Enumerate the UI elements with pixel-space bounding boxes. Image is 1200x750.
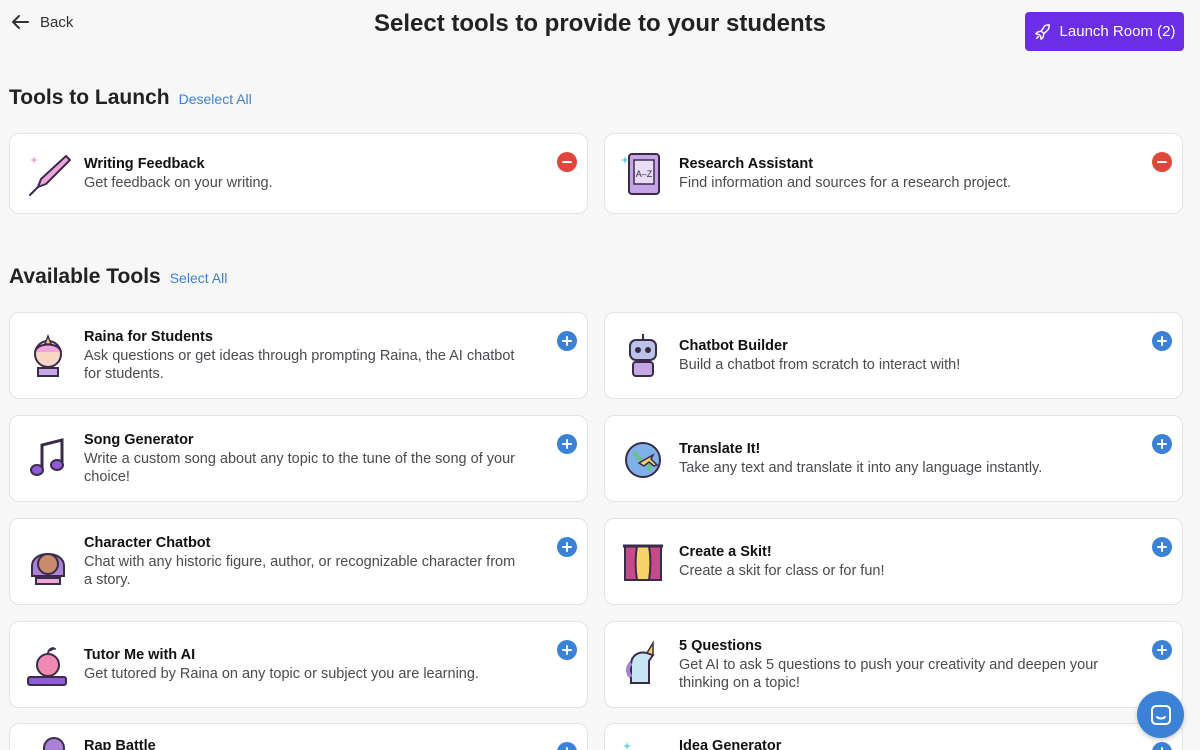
plus-icon	[1157, 439, 1167, 449]
select-all-link[interactable]: Select All	[170, 270, 228, 286]
tool-name: Chatbot Builder	[679, 337, 788, 354]
tool-description: Write a custom song about any topic to t…	[84, 450, 515, 485]
tool-description: Chat with any historic figure, author, o…	[84, 553, 516, 588]
tool-description: Build a chatbot from scratch to interact…	[679, 356, 961, 373]
lightbulb-icon	[617, 732, 669, 750]
unicorn-icon	[617, 639, 669, 691]
section-title: Tools to Launch	[9, 86, 170, 109]
unicorn-girl-icon	[22, 330, 74, 382]
tool-card-idea-generator[interactable]: Idea Generator	[604, 723, 1183, 750]
add-tool-button[interactable]	[557, 537, 577, 557]
plus-icon	[1161, 747, 1163, 750]
tool-card-song-generator[interactable]: Song Generator Write a custom song about…	[9, 415, 588, 502]
tool-card-translate-it[interactable]: Translate It! Take any text and translat…	[604, 415, 1183, 502]
plus-icon	[1157, 645, 1167, 655]
character-girl-icon	[22, 536, 74, 588]
deselect-all-link[interactable]: Deselect All	[179, 91, 252, 107]
remove-tool-button[interactable]	[557, 152, 577, 172]
plus-icon	[566, 747, 568, 750]
tool-card-chatbot-builder[interactable]: Chatbot Builder Build a chatbot from scr…	[604, 312, 1183, 399]
add-tool-button[interactable]	[1152, 331, 1172, 351]
tool-name: Raina for Students	[84, 328, 213, 345]
remove-tool-button[interactable]	[1152, 152, 1172, 172]
add-tool-button[interactable]	[1152, 640, 1172, 660]
tool-card-create-a-skit[interactable]: Create a Skit! Create a skit for class o…	[604, 518, 1183, 605]
tool-name: Song Generator	[84, 431, 194, 448]
tool-description: Ask questions or get ideas through promp…	[84, 347, 515, 382]
minus-icon	[562, 161, 572, 163]
tool-description: Get AI to ask 5 questions to push your c…	[679, 656, 1099, 691]
add-tool-button[interactable]	[1152, 537, 1172, 557]
tool-name: Translate It!	[679, 440, 761, 457]
apple-books-icon	[22, 639, 74, 691]
tool-name: Research Assistant	[679, 155, 814, 172]
add-tool-button[interactable]	[557, 640, 577, 660]
add-tool-button[interactable]	[557, 434, 577, 454]
add-tool-button[interactable]	[1152, 434, 1172, 454]
launch-room-label: Launch Room (2)	[1059, 23, 1176, 40]
tool-card-5-questions[interactable]: 5 Questions Get AI to ask 5 questions to…	[604, 621, 1183, 708]
chat-icon	[1150, 704, 1171, 725]
top-bar: Back Select tools to provide to your stu…	[0, 0, 1200, 60]
tool-name: Create a Skit!	[679, 543, 772, 560]
pen-icon	[22, 148, 74, 200]
tool-card-research-assistant[interactable]: A–Z Research Assistant Find information …	[604, 133, 1183, 214]
tool-card-character-chatbot[interactable]: Character Chatbot Chat with any historic…	[9, 518, 588, 605]
tool-card-raina-for-students[interactable]: Raina for Students Ask questions or get …	[9, 312, 588, 399]
tool-card-tutor-me-with-ai[interactable]: Tutor Me with AI Get tutored by Raina on…	[9, 621, 588, 708]
music-note-icon	[22, 433, 74, 485]
globe-plane-icon	[617, 433, 669, 485]
plus-icon	[1157, 336, 1167, 346]
microphone-icon	[22, 732, 74, 750]
available-tools-header: Available Tools Select All	[9, 265, 227, 289]
minus-icon	[1157, 161, 1167, 163]
tool-card-writing-feedback[interactable]: Writing Feedback Get feedback on your wr…	[9, 133, 588, 214]
launch-room-button[interactable]: Launch Room (2)	[1025, 12, 1184, 51]
tool-name: Character Chatbot	[84, 534, 211, 551]
plus-icon	[562, 645, 572, 655]
page-title: Select tools to provide to your students	[373, 10, 827, 37]
tool-description: Create a skit for class or for fun!	[679, 562, 885, 579]
tool-name: Rap Battle	[84, 738, 156, 750]
tool-description: Take any text and translate it into any …	[679, 459, 1043, 476]
section-title: Available Tools	[9, 265, 161, 288]
plus-icon	[1157, 542, 1167, 552]
tools-to-launch-header: Tools to Launch Deselect All	[9, 86, 252, 110]
svg-text:A–Z: A–Z	[636, 169, 653, 179]
support-chat-button[interactable]	[1137, 691, 1184, 738]
book-az-icon: A–Z	[617, 148, 669, 200]
plus-icon	[562, 542, 572, 552]
tool-name: Tutor Me with AI	[84, 646, 196, 663]
tool-description: Get tutored by Raina on any topic or sub…	[84, 665, 479, 682]
plus-icon	[562, 336, 572, 346]
tool-name: Writing Feedback	[84, 155, 205, 172]
rocket-icon	[1034, 23, 1050, 40]
tool-name: Idea Generator	[679, 738, 782, 750]
tool-name: 5 Questions	[679, 637, 762, 654]
plus-icon	[562, 439, 572, 449]
add-tool-button[interactable]	[557, 331, 577, 351]
theater-stage-icon	[617, 536, 669, 588]
tool-description: Get feedback on your writing.	[84, 174, 273, 191]
tool-description: Find information and sources for a resea…	[679, 174, 1012, 191]
robot-icon	[617, 330, 669, 382]
tool-card-rap-battle[interactable]: Rap Battle	[9, 723, 588, 750]
